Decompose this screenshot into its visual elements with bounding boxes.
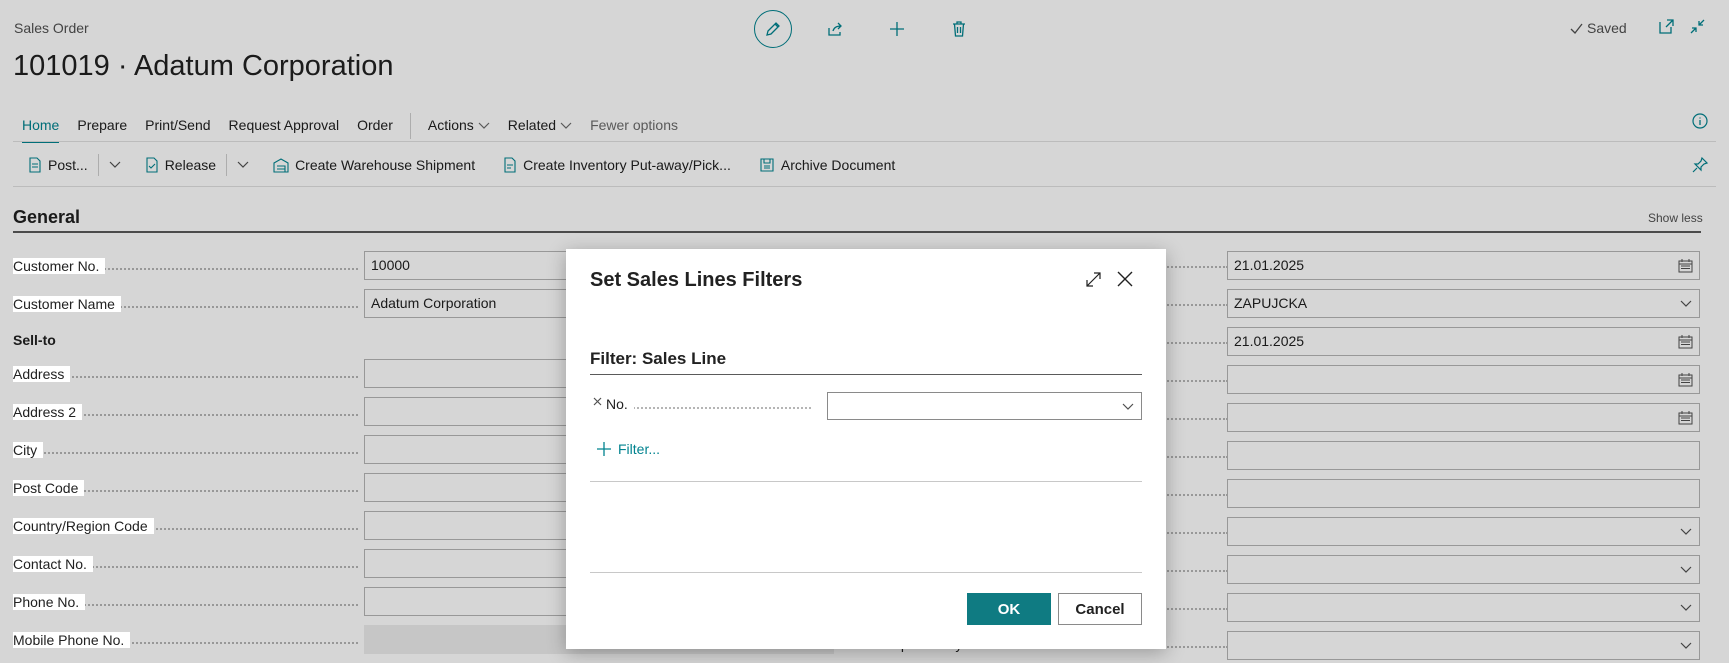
ok-button[interactable]: OK xyxy=(967,593,1051,625)
add-filter-label: Filter... xyxy=(618,441,661,457)
filter-value-select[interactable] xyxy=(827,392,1142,420)
close-icon[interactable] xyxy=(1115,269,1135,289)
filter-heading: Filter: Sales Line xyxy=(590,349,727,368)
filter-heading-underline xyxy=(590,374,1142,375)
set-filters-dialog: Set Sales Lines Filters Filter: Sales Li… xyxy=(566,249,1166,649)
remove-filter-icon[interactable] xyxy=(592,396,603,407)
dialog-divider xyxy=(590,481,1142,482)
chevron-down-icon xyxy=(1122,403,1134,410)
plus-icon xyxy=(597,442,611,456)
add-filter-link[interactable]: Filter... xyxy=(596,441,660,457)
filter-row-no: No. xyxy=(590,392,1142,420)
dialog-divider xyxy=(590,572,1142,573)
expand-icon[interactable] xyxy=(1085,271,1102,288)
filter-field-label: No. xyxy=(606,396,634,412)
cancel-button[interactable]: Cancel xyxy=(1058,593,1142,625)
field-dots xyxy=(606,407,811,409)
dialog-title: Set Sales Lines Filters xyxy=(590,269,803,291)
